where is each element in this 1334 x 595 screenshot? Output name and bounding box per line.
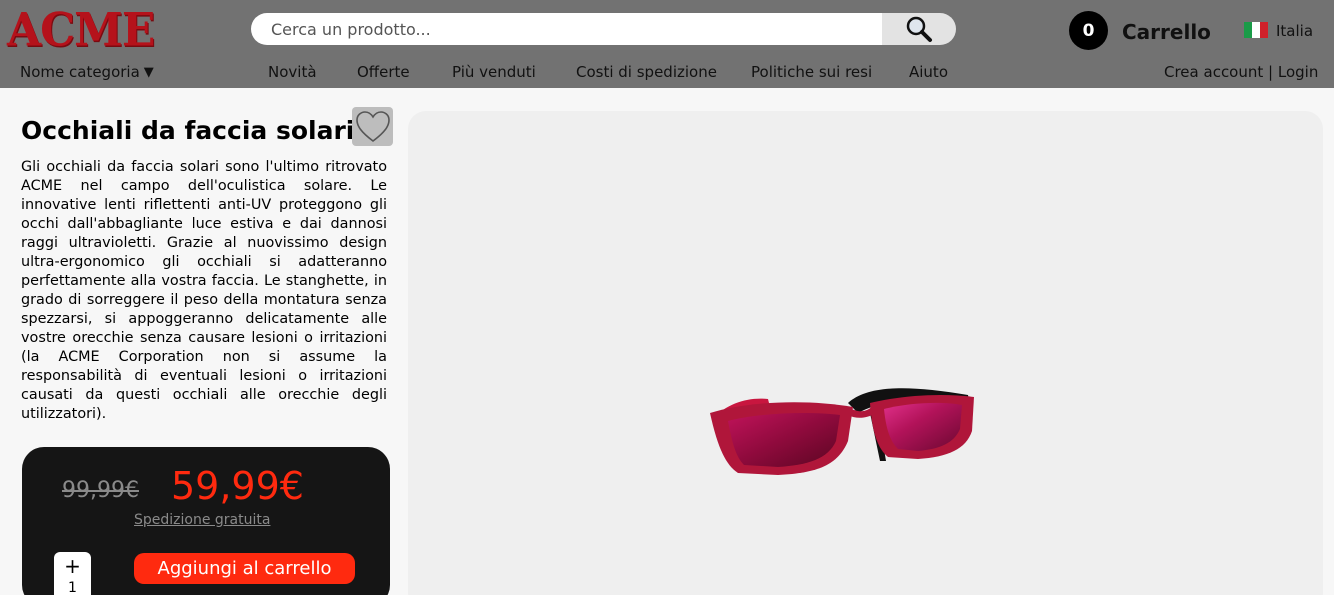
heart-outline-icon [355, 110, 390, 142]
nav-politiche-resi[interactable]: Politiche sui resi [751, 63, 872, 81]
acme-logo[interactable]: ACME [7, 4, 155, 58]
free-shipping-link[interactable]: Spedizione gratuita [134, 512, 270, 528]
site-header: ACME Nome categoria ▼ Novità Offerte Più… [0, 0, 1334, 88]
magnifier-icon [906, 16, 932, 42]
nav-novita[interactable]: Novità [268, 63, 317, 81]
cart-link[interactable]: Carrello [1122, 20, 1211, 44]
account-links: Crea account | Login [1164, 63, 1318, 81]
nav-offerte[interactable]: Offerte [357, 63, 410, 81]
italy-flag-icon[interactable] [1244, 22, 1268, 38]
login-link[interactable]: Login [1278, 63, 1318, 81]
nav-aiuto[interactable]: Aiuto [909, 63, 948, 81]
product-title: Occhiali da faccia solari [21, 116, 355, 145]
create-account-link[interactable]: Crea account [1164, 63, 1263, 81]
search-bar [251, 13, 956, 45]
category-label: Nome categoria [20, 63, 140, 81]
current-price: 59,99€ [171, 464, 304, 508]
nav-piu-venduti[interactable]: Più venduti [452, 63, 536, 81]
account-separator: | [1268, 63, 1274, 81]
language-selector[interactable]: Italia [1276, 22, 1313, 40]
quantity-stepper: + 1 [54, 552, 91, 595]
cart-count-badge[interactable]: 0 [1069, 11, 1108, 50]
sunglasses-image [710, 388, 974, 475]
quantity-value[interactable]: 1 [54, 580, 91, 595]
product-3d-viewer[interactable] [408, 111, 1323, 595]
old-price: 99,99€ [62, 478, 139, 503]
caret-down-icon: ▼ [143, 64, 154, 80]
nav-costi-spedizione[interactable]: Costi di spedizione [576, 63, 717, 81]
add-to-cart-button[interactable]: Aggiungi al carrello [134, 553, 355, 584]
search-input[interactable] [251, 13, 882, 45]
product-description: Gli occhiali da faccia solari sono l'ult… [21, 159, 387, 422]
category-dropdown[interactable]: Nome categoria ▼ [20, 63, 154, 81]
wishlist-button[interactable] [352, 107, 393, 146]
search-button[interactable] [882, 13, 956, 45]
quantity-increase-button[interactable]: + [54, 552, 91, 580]
